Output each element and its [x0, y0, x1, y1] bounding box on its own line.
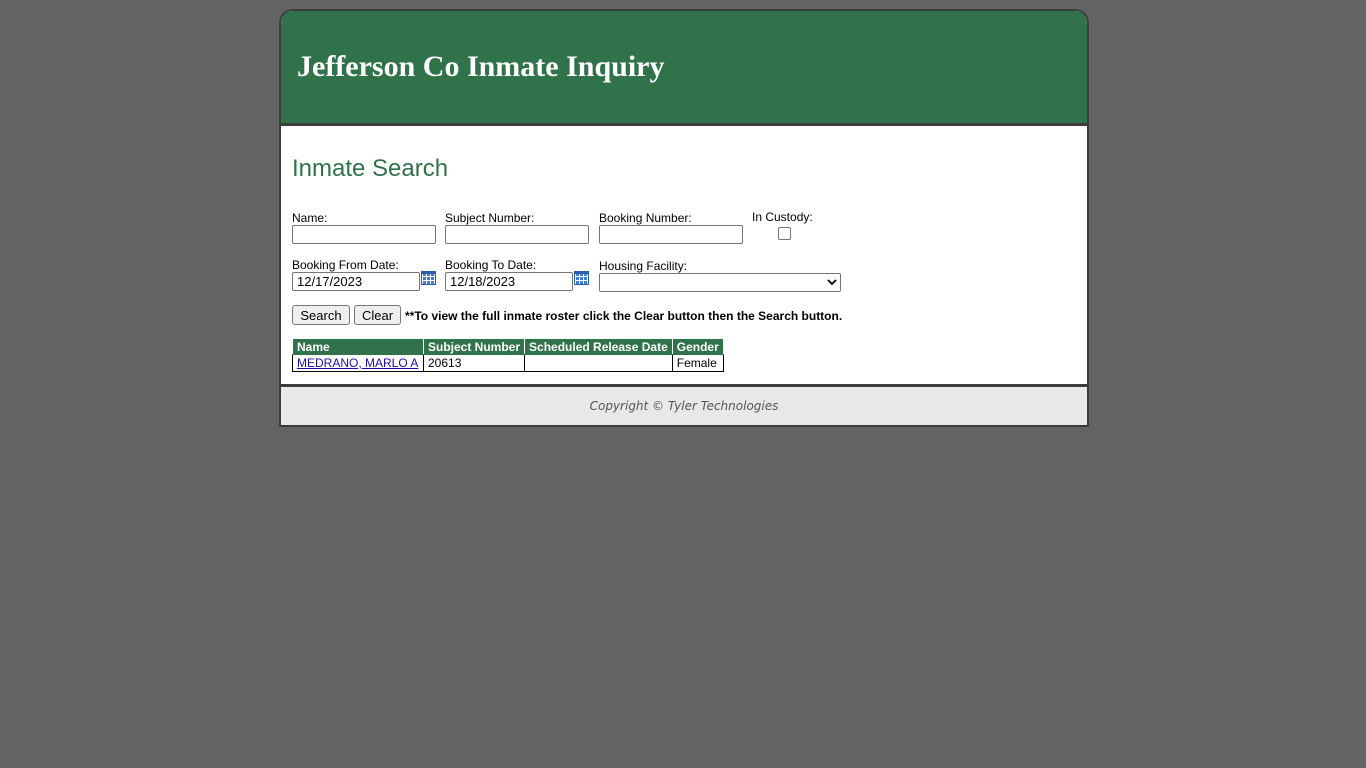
booking-from-date-input[interactable]	[292, 272, 420, 291]
results-table: Name Subject Number Scheduled Release Da…	[292, 338, 724, 372]
name-label: Name:	[292, 211, 328, 225]
housing-facility-label: Housing Facility:	[599, 259, 688, 273]
search-panel: Inmate Search Name: Subject Number: Book…	[281, 126, 1087, 384]
release-date-cell	[524, 354, 673, 372]
page-title: Inmate Search	[292, 155, 449, 182]
page-header: Jefferson Co Inmate Inquiry	[281, 11, 1087, 126]
booking-number-label: Booking Number:	[599, 211, 692, 225]
booking-to-date-input[interactable]	[445, 272, 573, 291]
column-header-subject-number[interactable]: Subject Number	[422, 338, 526, 355]
clear-button[interactable]: Clear	[354, 305, 401, 325]
subject-number-label: Subject Number:	[445, 211, 535, 225]
copyright-text: Copyright © Tyler Technologies	[589, 399, 779, 413]
page-container: Jefferson Co Inmate Inquiry Inmate Searc…	[279, 9, 1089, 427]
subject-number-cell: 20613	[422, 354, 526, 372]
booking-from-date-label: Booking From Date:	[292, 258, 399, 272]
calendar-icon[interactable]	[574, 271, 589, 285]
chevron-down-icon	[827, 279, 837, 286]
column-header-name[interactable]: Name	[292, 338, 424, 355]
booking-number-input[interactable]	[599, 225, 743, 244]
subject-number-input[interactable]	[445, 225, 589, 244]
gender-cell: Female	[671, 354, 724, 372]
column-header-gender[interactable]: Gender	[671, 338, 724, 355]
booking-to-date-label: Booking To Date:	[445, 258, 537, 272]
inmate-name-link[interactable]: MEDRANO, MARLO A	[297, 356, 418, 370]
search-button[interactable]: Search	[292, 305, 350, 325]
results-header-row: Name Subject Number Scheduled Release Da…	[292, 338, 724, 355]
site-title: Jefferson Co Inmate Inquiry	[297, 50, 665, 83]
column-header-release-date[interactable]: Scheduled Release Date	[524, 338, 673, 355]
table-row: MEDRANO, MARLO A 20613 Female	[292, 354, 724, 372]
in-custody-label: In Custody:	[752, 210, 813, 224]
in-custody-checkbox[interactable]	[778, 227, 791, 240]
calendar-icon[interactable]	[421, 271, 436, 285]
name-input[interactable]	[292, 225, 436, 244]
page-footer: Copyright © Tyler Technologies	[281, 384, 1087, 425]
housing-facility-select[interactable]	[599, 273, 841, 292]
roster-instruction: **To view the full inmate roster click t…	[405, 309, 843, 323]
